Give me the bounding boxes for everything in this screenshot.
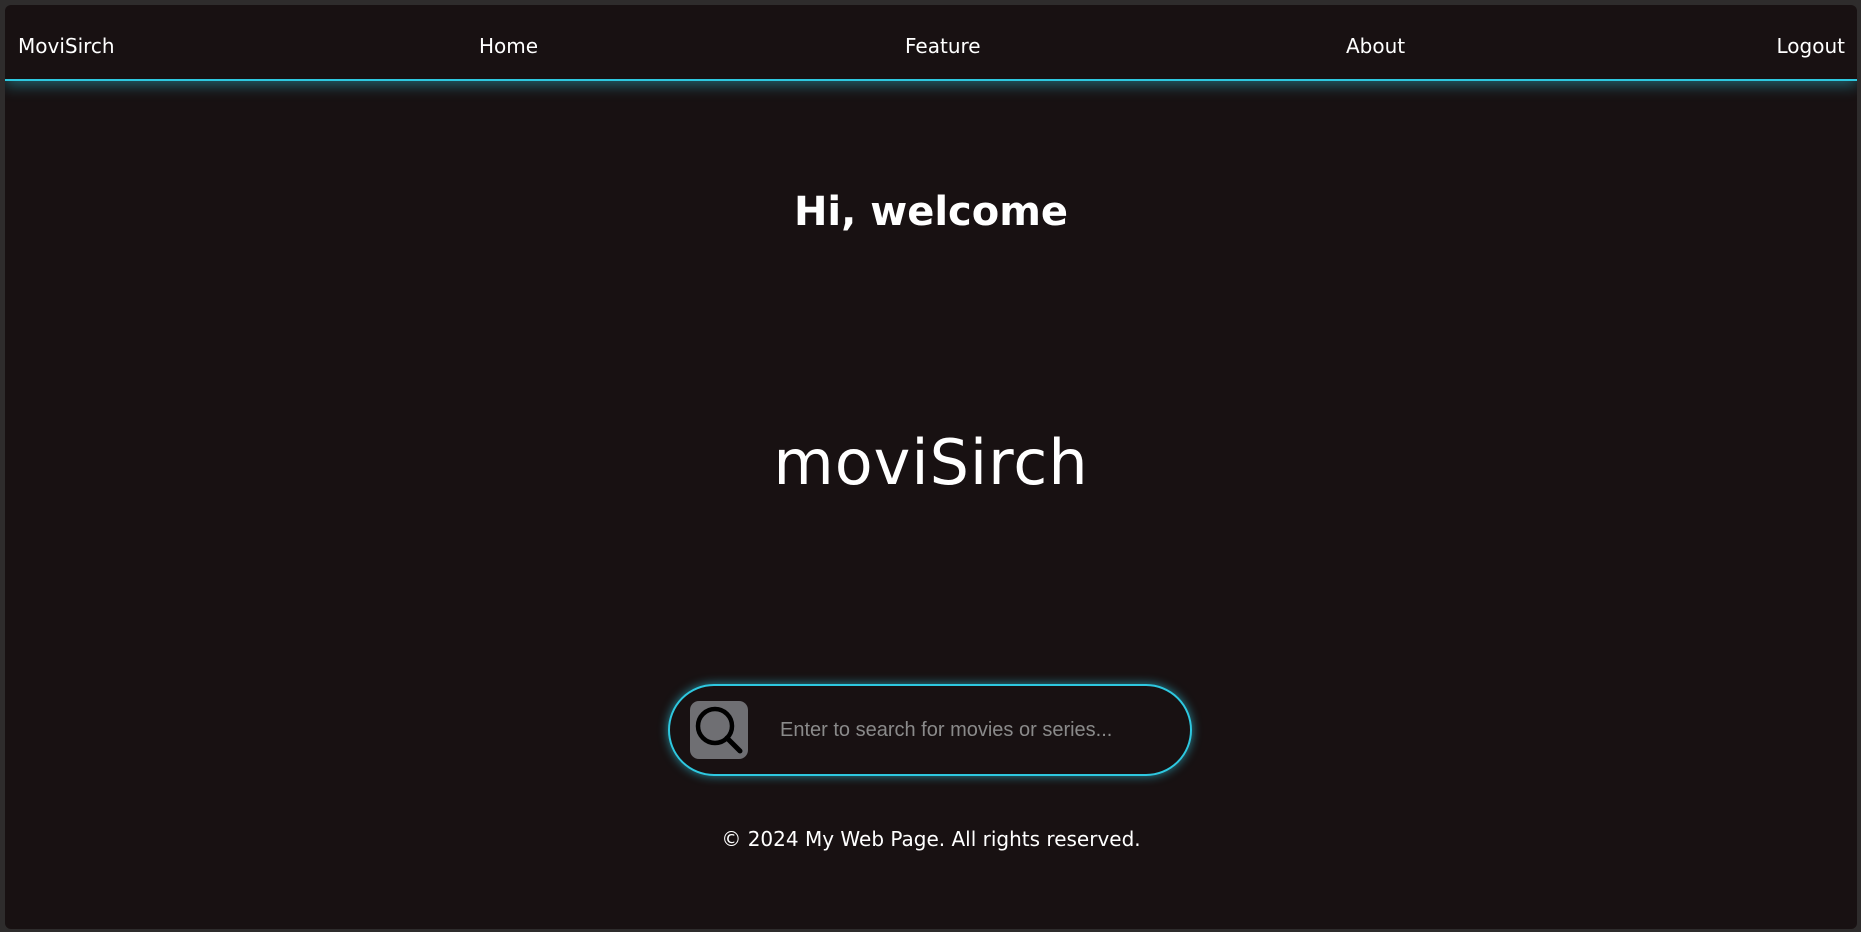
nav-home-link[interactable]: Home — [479, 32, 538, 60]
brand-link[interactable]: MoviSirch — [18, 32, 115, 60]
search-bar — [668, 684, 1192, 776]
app-window: MoviSirch Home Feature About Logout Hi, … — [5, 5, 1857, 929]
footer-copyright: © 2024 My Web Page. All rights reserved. — [721, 827, 1141, 851]
nav-feature-link[interactable]: Feature — [905, 32, 981, 60]
navbar: MoviSirch Home Feature About Logout — [5, 5, 1857, 81]
search-input[interactable] — [780, 708, 1160, 752]
site-logo-title: moviSirch — [773, 426, 1089, 499]
search-button[interactable] — [690, 701, 748, 759]
nav-about-link[interactable]: About — [1346, 32, 1405, 60]
logout-link[interactable]: Logout — [1777, 32, 1845, 60]
welcome-heading: Hi, welcome — [793, 188, 1069, 235]
search-icon — [695, 706, 743, 754]
